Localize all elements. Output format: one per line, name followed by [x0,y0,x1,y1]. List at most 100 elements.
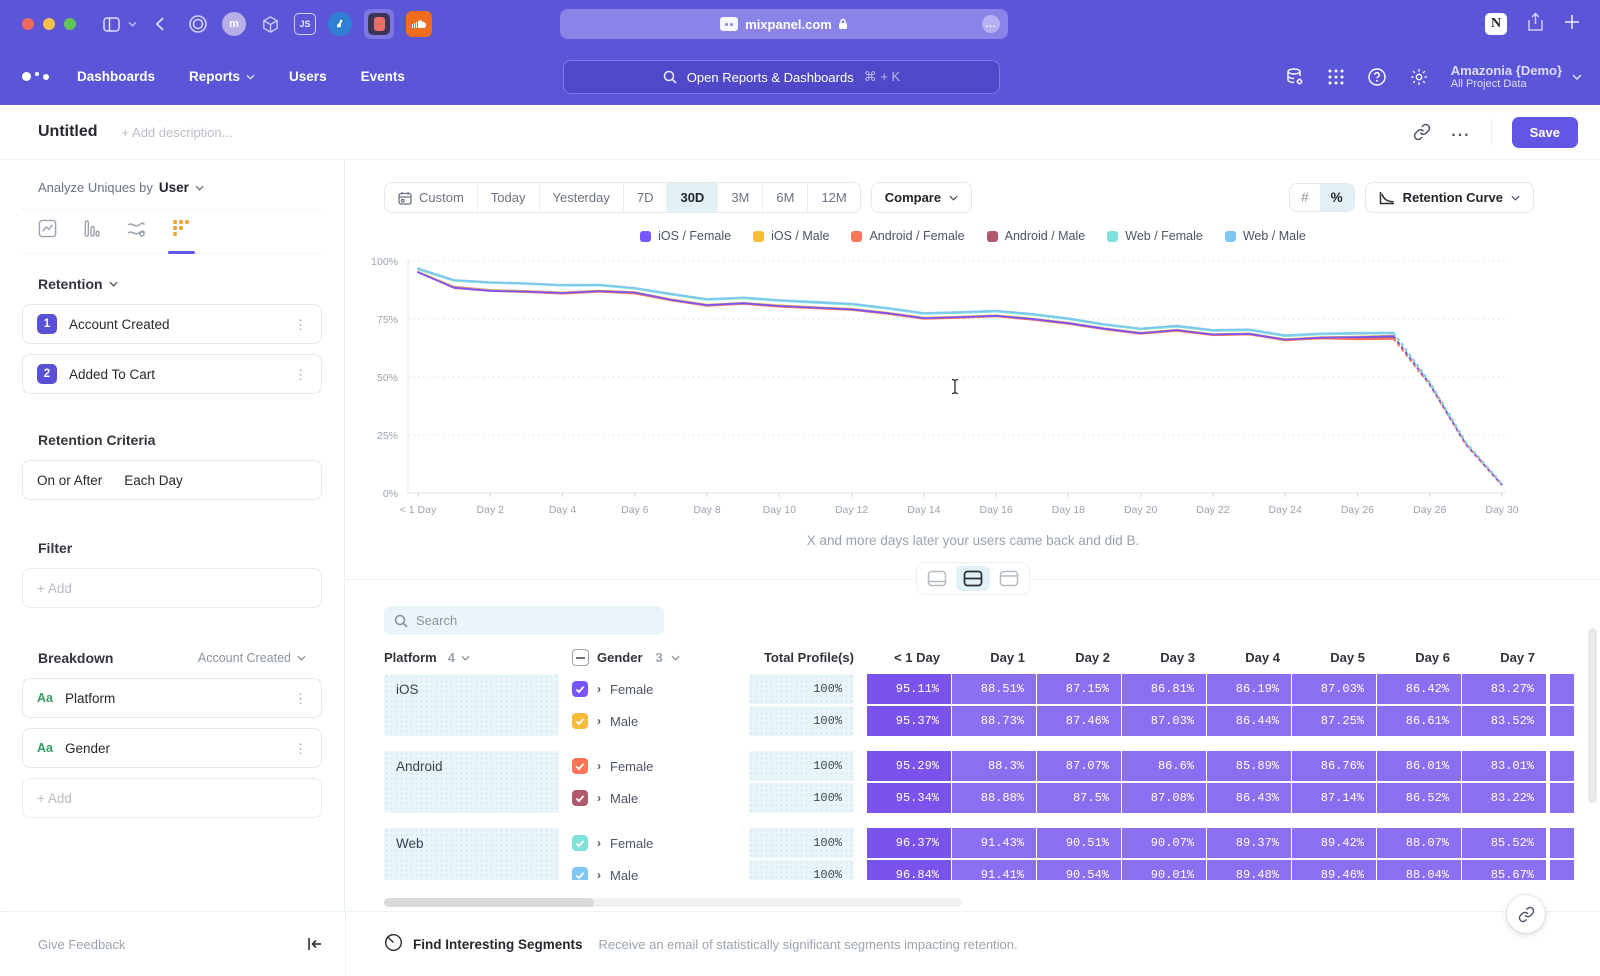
gender-cell[interactable]: ›Female [572,674,749,704]
layout-chart-only[interactable] [920,566,954,591]
criteria-mode[interactable]: On or After [37,473,102,488]
js-icon[interactable]: JS [294,13,316,35]
total-profiles-header[interactable]: Total Profile(s) [749,650,854,665]
retention-chart[interactable]: 0%25%50%75%100%< 1 DayDay 2Day 4Day 6Day… [356,247,1600,527]
compare-button[interactable]: Compare [871,182,972,213]
retention-value-cell[interactable]: 88.51% [952,674,1036,704]
range-custom[interactable]: Custom [385,183,478,212]
day-header[interactable]: Day 3 [1122,650,1207,665]
legend-item[interactable]: Android / Female [851,229,964,243]
expand-chevron-icon[interactable]: › [597,759,601,773]
retention-value-cell[interactable]: 85.67% [1462,860,1546,880]
absolute-values-toggle[interactable]: # [1290,184,1320,211]
day-header[interactable]: < 1 Day [867,650,952,665]
more-options-icon[interactable]: ... [1451,123,1470,141]
legend-item[interactable]: Android / Male [987,229,1086,243]
retention-value-cell[interactable]: 87.15% [1037,674,1121,704]
retention-value-cell[interactable]: 86.76% [1292,751,1376,781]
gender-cell[interactable]: ›Male [572,783,749,813]
retention-value-cell[interactable]: 95.34% [867,783,951,813]
day-header[interactable]: Day 1 [952,650,1037,665]
breakdown-platform[interactable]: Aa Platform ⋮ [22,678,322,718]
series-checkbox[interactable] [572,867,588,880]
range-today[interactable]: Today [478,183,540,212]
day-header[interactable]: Day 5 [1292,650,1377,665]
analyze-value[interactable]: User [159,180,189,195]
global-search[interactable]: Open Reports & Dashboards ⌘ + K [563,60,1000,94]
retention-value-cell[interactable]: 90.01% [1122,860,1206,880]
retention-value-cell[interactable]: 87.46% [1037,706,1121,736]
gender-cell[interactable]: ›Female [572,751,749,781]
retention-value-cell[interactable]: 90.07% [1122,828,1206,858]
tab-funnels[interactable] [83,219,100,253]
retention-value-cell[interactable]: 85.89% [1207,751,1291,781]
copy-link-icon[interactable] [1413,123,1431,141]
notion-icon[interactable]: N [1485,13,1507,35]
series-checkbox[interactable] [572,681,588,697]
step-added-to-cart[interactable]: 2 Added To Cart ⋮ [22,354,322,394]
retention-value-cell[interactable]: 88.3% [952,751,1036,781]
mixpanel-tab-icon[interactable] [364,9,394,39]
select-all-checkbox[interactable] [572,649,589,666]
retention-value-cell[interactable]: 89.48% [1207,860,1291,880]
expand-chevron-icon[interactable]: › [597,791,601,805]
retention-value-cell[interactable]: 88.73% [952,706,1036,736]
retention-value-cell[interactable]: 88.04% [1377,860,1461,880]
window-controls[interactable] [22,18,85,30]
percent-values-toggle[interactable]: % [1320,184,1354,211]
range-30d[interactable]: 30D [667,183,718,212]
retention-value-cell[interactable]: 87.5% [1037,783,1121,813]
sidebar-chevron-icon[interactable] [128,21,137,27]
close-window-icon[interactable] [22,18,34,30]
kebab-menu-icon[interactable]: ⋮ [294,322,307,327]
floating-share-link-button[interactable] [1507,895,1545,933]
data-management-icon[interactable] [1285,67,1305,87]
save-button[interactable]: Save [1512,117,1578,148]
retention-value-cell[interactable]: 90.51% [1037,828,1121,858]
retention-value-cell[interactable]: 86.44% [1207,706,1291,736]
retention-value-cell[interactable]: 86.42% [1377,674,1461,704]
soundcloud-icon[interactable] [406,11,432,37]
segments-title[interactable]: Find Interesting Segments [413,937,583,952]
give-feedback-link[interactable]: Give Feedback [38,937,125,952]
chart-type-dropdown[interactable]: Retention Curve [1365,182,1534,213]
retention-value-cell[interactable]: 88.07% [1377,828,1461,858]
retention-value-cell[interactable]: 86.01% [1377,751,1461,781]
breakdown-gender[interactable]: Aa Gender ⋮ [22,728,322,768]
retention-value-cell[interactable]: 90.54% [1037,860,1121,880]
back-icon[interactable] [155,17,164,31]
day-header[interactable]: Day 6 [1377,650,1462,665]
new-tab-icon[interactable] [1564,14,1580,35]
retention-value-cell[interactable]: 89.37% [1207,828,1291,858]
horizontal-scrollbar[interactable] [384,898,962,907]
retention-value-cell[interactable]: 87.25% [1292,706,1376,736]
nav-item-reports[interactable]: Reports [189,69,255,84]
retention-value-cell[interactable]: 88.88% [952,783,1036,813]
minimize-window-icon[interactable] [43,18,55,30]
share-icon[interactable] [1527,12,1544,36]
retention-value-cell[interactable]: 89.46% [1292,860,1376,880]
retention-value-cell[interactable]: 86.61% [1377,706,1461,736]
criteria-interval[interactable]: Each Day [124,473,183,488]
report-title[interactable]: Untitled [38,123,98,141]
breakdown-scope-dropdown[interactable]: Account Created [198,651,306,665]
retention-section-label[interactable]: Retention [38,276,103,292]
add-description[interactable]: + Add description... [122,125,233,140]
kebab-menu-icon[interactable]: ⋮ [294,372,307,377]
retention-value-cell[interactable]: 86.43% [1207,783,1291,813]
retention-value-cell[interactable]: 87.07% [1037,751,1121,781]
nav-item-users[interactable]: Users [289,69,327,84]
cube-icon[interactable] [258,12,282,36]
gender-cell[interactable]: ›Male [572,860,749,880]
apps-grid-icon[interactable] [1327,68,1345,86]
retention-value-cell[interactable]: 83.52% [1462,706,1546,736]
expand-chevron-icon[interactable]: › [597,714,601,728]
range-6m[interactable]: 6M [763,183,808,212]
retention-value-cell[interactable]: 95.29% [867,751,951,781]
retention-value-cell[interactable]: 91.41% [952,860,1036,880]
retention-value-cell[interactable]: 83.27% [1462,674,1546,704]
vertical-scrollbar[interactable] [1588,628,1597,803]
collapse-sidebar-icon[interactable] [307,937,323,951]
m-avatar-icon[interactable]: m [222,12,246,36]
retention-value-cell[interactable]: 87.08% [1122,783,1206,813]
